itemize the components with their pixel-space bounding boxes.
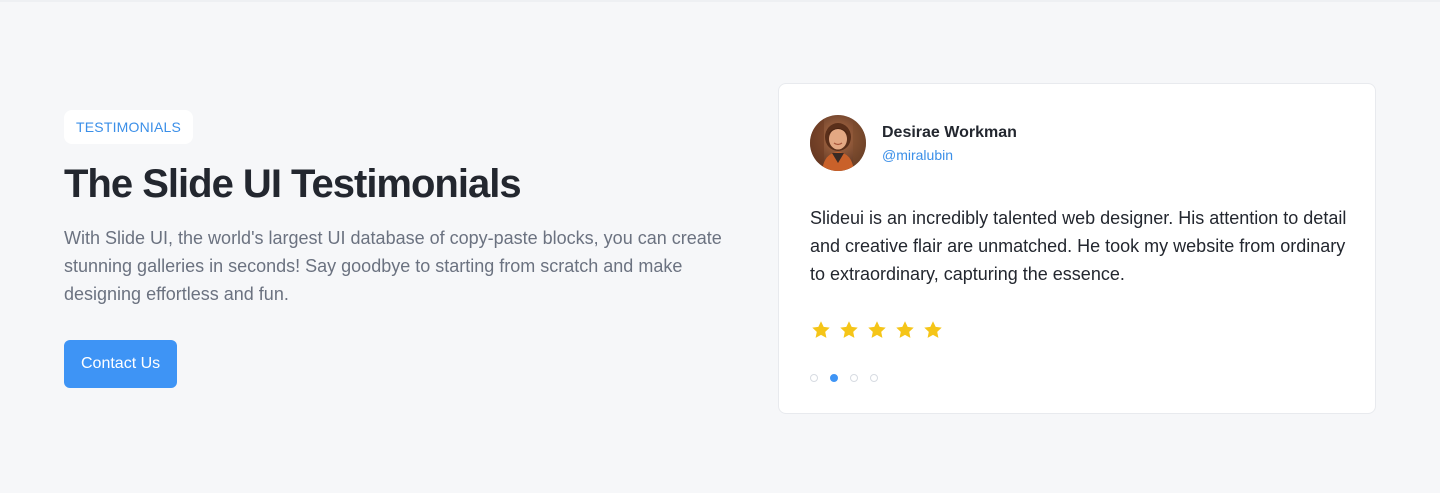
avatar — [810, 115, 866, 171]
hero-text-block: TESTIMONIALS The Slide UI Testimonials W… — [64, 110, 744, 388]
testimonials-section: TESTIMONIALS The Slide UI Testimonials W… — [0, 0, 1440, 493]
carousel-dot-3[interactable] — [850, 374, 858, 382]
star-icon — [840, 321, 858, 338]
testimonial-author: Desirae Workman @miralubin — [810, 115, 1017, 171]
carousel-dot-4[interactable] — [870, 374, 878, 382]
page-title: The Slide UI Testimonials — [64, 162, 522, 206]
star-rating — [810, 319, 944, 341]
testimonial-quote: Slideui is an incredibly talented web de… — [810, 208, 1347, 284]
star-icon — [868, 321, 886, 338]
carousel-dot-2[interactable] — [830, 374, 838, 382]
star-icon — [896, 321, 914, 338]
star-icon — [924, 321, 942, 338]
author-handle[interactable]: @miralubin — [882, 145, 1017, 165]
author-name: Desirae Workman — [882, 123, 1017, 141]
section-badge: TESTIMONIALS — [64, 110, 194, 144]
star-icon — [812, 321, 830, 338]
author-info: Desirae Workman @miralubin — [882, 122, 1017, 165]
carousel-pagination — [810, 374, 878, 382]
testimonial-card: Desirae Workman @miralubin Slideui is an… — [778, 83, 1376, 414]
contact-us-button[interactable]: Contact Us — [64, 340, 178, 388]
carousel-dot-1[interactable] — [810, 374, 818, 382]
hero-description: With Slide UI, the world's largest UI da… — [64, 228, 722, 304]
